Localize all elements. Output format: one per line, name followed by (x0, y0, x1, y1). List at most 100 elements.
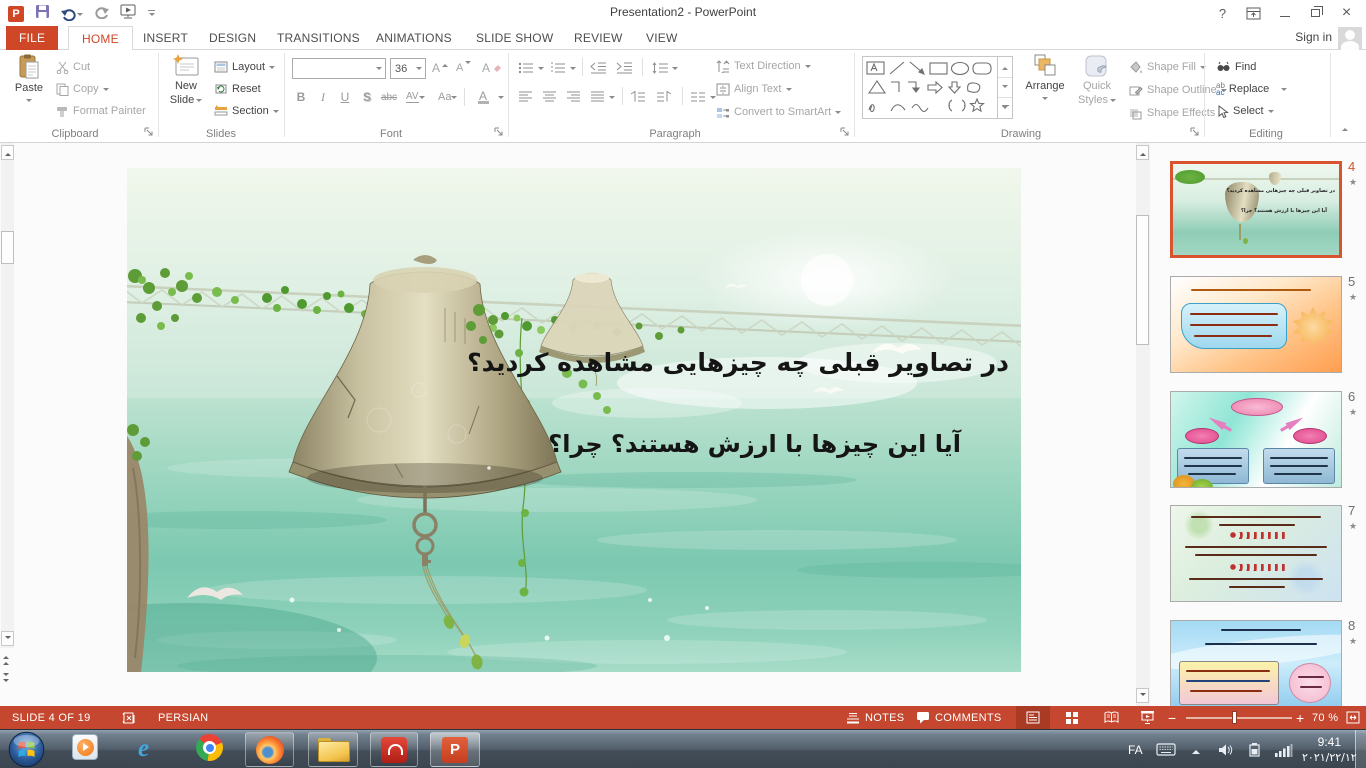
zoom-slider-track[interactable] (1186, 717, 1292, 719)
reading-view-button[interactable] (1094, 706, 1128, 729)
minimize-button[interactable] (1269, 1, 1300, 25)
drawing-dialog-launcher-icon[interactable] (1190, 127, 1201, 138)
line-spacing-button[interactable] (652, 58, 678, 78)
left-to-right-button[interactable] (630, 87, 646, 107)
keyboard-layout-button[interactable] (1156, 730, 1176, 768)
shapes-gallery[interactable] (862, 56, 1013, 119)
slide-sorter-view-button[interactable] (1055, 706, 1089, 729)
language-indicator[interactable]: PERSIAN (158, 706, 208, 729)
taskbar-acrobat-button[interactable] (370, 732, 418, 767)
grow-font-button[interactable]: A (432, 58, 448, 78)
copy-button[interactable]: Copy (56, 79, 109, 99)
slide-text-line1[interactable]: در تصاویر قبلی چه چیزهایی مشاهده کردید؟ (467, 348, 1009, 377)
slide-indicator[interactable]: SLIDE 4 OF 19 (12, 706, 91, 729)
thumbnail-slide-5[interactable] (1170, 276, 1342, 373)
shapes-scroll-up-icon[interactable] (998, 57, 1012, 78)
start-button[interactable] (8, 731, 45, 768)
tab-home[interactable]: HOME (68, 26, 133, 51)
taskbar-powerpoint-button[interactable]: P (430, 732, 480, 767)
taskbar-file-explorer-button[interactable] (308, 732, 358, 767)
slide-canvas[interactable]: در تصاویر قبلی چه چیزهایی مشاهده کردید؟ … (127, 168, 1021, 672)
reset-button[interactable]: Reset (214, 79, 261, 99)
text-direction-button[interactable]: Text Direction (716, 56, 811, 76)
tab-transitions[interactable]: TRANSITIONS (264, 26, 373, 50)
shapes-gallery-scroll[interactable] (997, 57, 1012, 118)
thumbnails-scroll-down-button[interactable] (1136, 688, 1149, 703)
comments-button[interactable]: COMMENTS (916, 706, 1002, 729)
font-name-combobox[interactable] (292, 58, 386, 79)
avatar[interactable] (1338, 27, 1362, 50)
decrease-indent-button[interactable] (590, 58, 607, 78)
shape-effects-button[interactable]: Shape Effects (1128, 103, 1225, 123)
format-painter-button[interactable]: Format Painter (56, 101, 146, 121)
zoom-level[interactable]: 70 % (1312, 706, 1338, 729)
convert-to-smartart-button[interactable]: Convert to SmartArt (716, 102, 841, 122)
zoom-in-button[interactable]: + (1296, 706, 1304, 729)
replace-button[interactable]: abacReplace (1216, 79, 1287, 99)
right-to-left-button[interactable] (656, 87, 672, 107)
help-button[interactable]: ? (1207, 1, 1238, 25)
columns-button[interactable] (690, 87, 716, 107)
quick-styles-button[interactable]: Quick Styles (1072, 54, 1122, 106)
main-scrollbar[interactable] (1, 143, 14, 648)
normal-view-button[interactable] (1016, 706, 1050, 729)
tab-file[interactable]: FILE (6, 26, 58, 50)
restore-button[interactable] (1300, 1, 1331, 25)
clipboard-dialog-launcher-icon[interactable] (144, 127, 155, 138)
language-bar[interactable]: FA (1128, 730, 1143, 768)
thumbnail-slide-6[interactable] (1170, 391, 1342, 488)
ribbon-display-options-button[interactable] (1238, 1, 1269, 25)
slide-show-button[interactable] (1130, 706, 1164, 729)
increase-indent-button[interactable] (616, 58, 633, 78)
paragraph-dialog-launcher-icon[interactable] (840, 127, 851, 138)
section-button[interactable]: Section (214, 101, 279, 121)
volume-button[interactable] (1218, 730, 1233, 768)
bullets-button[interactable] (518, 58, 544, 78)
clear-formatting-button[interactable]: A (482, 58, 501, 78)
change-case-button[interactable]: Aa (438, 86, 457, 108)
tab-design[interactable]: DESIGN (196, 26, 269, 50)
tab-slide-show[interactable]: SLIDE SHOW (463, 26, 566, 50)
font-dialog-launcher-icon[interactable] (494, 127, 505, 138)
align-left-button[interactable] (518, 87, 533, 107)
shape-fill-button[interactable]: Shape Fill (1128, 57, 1206, 77)
thumbnail-slide-7[interactable] (1170, 505, 1342, 602)
main-scroll-up-button[interactable] (1, 145, 14, 160)
cut-button[interactable]: Cut (56, 57, 90, 77)
spell-check-button[interactable] (122, 706, 137, 729)
font-size-combobox[interactable]: 36 (390, 58, 426, 79)
thumbnail-slide-4[interactable]: در تصاویر قبلی چه چیزهایی مشاهده کردید؟ … (1170, 161, 1342, 258)
thumbnails-scroll-up-button[interactable] (1136, 145, 1149, 160)
font-color-button[interactable]: A (474, 86, 492, 108)
arrange-button[interactable]: Arrange (1020, 54, 1070, 103)
show-desktop-button[interactable] (1355, 730, 1366, 768)
text-shadow-button[interactable]: S (358, 86, 376, 108)
font-name-dropdown-caret[interactable] (376, 67, 382, 73)
numbering-button[interactable] (550, 58, 576, 78)
new-slide-button[interactable]: New Slide (163, 54, 209, 106)
clock[interactable]: 9:41 ۲۰۲۱/۲۲/۱۲ (1302, 733, 1357, 767)
taskbar-media-player-button[interactable] (72, 734, 98, 760)
next-slide-button[interactable] (3, 673, 9, 685)
thumbnails-scrollbar-thumb[interactable] (1136, 215, 1149, 345)
close-button[interactable]: × (1331, 1, 1362, 25)
taskbar-internet-explorer-button[interactable]: e (138, 736, 149, 761)
previous-slide-button[interactable] (3, 653, 9, 665)
taskbar-firefox-button[interactable] (245, 732, 294, 767)
shapes-more-icon[interactable] (998, 98, 1012, 118)
align-center-button[interactable] (542, 87, 557, 107)
tab-view[interactable]: VIEW (633, 26, 690, 50)
taskbar-chrome-button[interactable] (196, 734, 223, 761)
network-indicator[interactable] (1274, 730, 1293, 768)
thumbnail-slide-8[interactable] (1170, 620, 1342, 706)
justify-button[interactable] (590, 87, 615, 107)
tab-animations[interactable]: ANIMATIONS (363, 26, 465, 50)
fit-to-window-button[interactable] (1346, 706, 1360, 729)
battery-indicator[interactable] (1248, 730, 1261, 768)
underline-button[interactable]: U (336, 86, 354, 108)
font-size-dropdown-caret[interactable] (416, 67, 422, 73)
character-spacing-button[interactable]: AV (406, 86, 425, 108)
show-hidden-icons-button[interactable] (1192, 730, 1200, 768)
shape-outline-button[interactable]: Shape Outline (1128, 80, 1227, 100)
zoom-out-button[interactable]: − (1168, 706, 1176, 729)
